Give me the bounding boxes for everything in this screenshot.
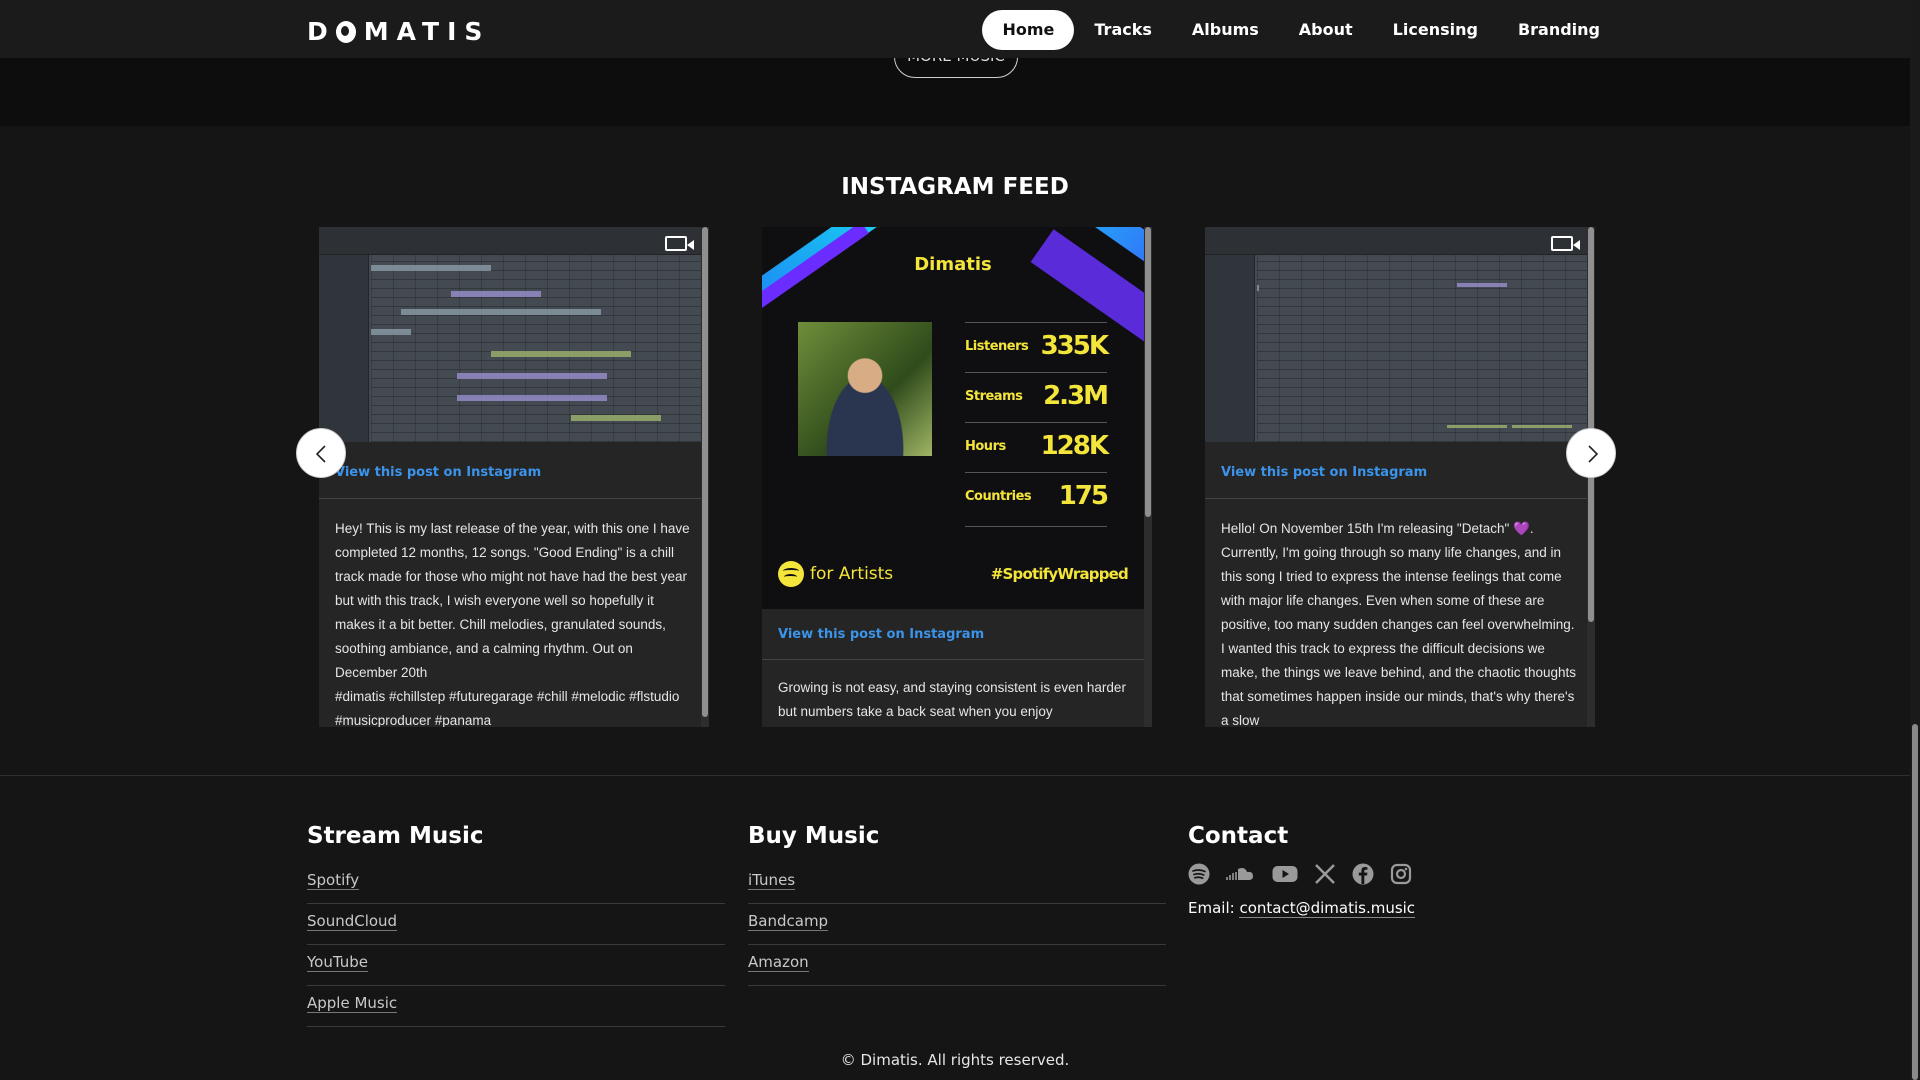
nav-albums[interactable]: Albums bbox=[1172, 10, 1279, 50]
email-label: Email: bbox=[1188, 899, 1235, 917]
spotify-logo-icon bbox=[778, 561, 804, 587]
spotify-icon[interactable] bbox=[1188, 863, 1210, 885]
stat-hours: Hours 128K bbox=[965, 422, 1109, 472]
caption-text: Hey! This is my last release of the year… bbox=[335, 521, 690, 680]
post-1-scrollbar[interactable] bbox=[701, 227, 709, 727]
instagram-post-2: Dimatis Listeners 335K Streams 2.3M Hour… bbox=[762, 227, 1152, 727]
post-2-scrollbar[interactable] bbox=[1144, 227, 1152, 727]
main-nav: Home Tracks Albums About Licensing Brand… bbox=[982, 10, 1620, 50]
video-camera-icon bbox=[1551, 236, 1580, 251]
instagram-post-1: View this post on Instagram Hey! This is… bbox=[319, 227, 709, 727]
stat-label: Listeners bbox=[965, 339, 1029, 354]
instagram-post-3: View this post on Instagram Hello! On No… bbox=[1205, 227, 1595, 727]
daw-screenshot bbox=[319, 227, 701, 442]
page-scrollbar[interactable] bbox=[1910, 0, 1920, 1080]
stat-streams: Streams 2.3M bbox=[965, 372, 1109, 422]
footer-contact: Contact Email: contact@dimatis.music bbox=[1188, 823, 1568, 918]
footer-link-soundcloud[interactable]: SoundCloud bbox=[307, 904, 725, 945]
post-1-media[interactable] bbox=[319, 227, 701, 442]
instagram-feed-title: INSTAGRAM FEED bbox=[841, 174, 1069, 200]
stat-label: Countries bbox=[965, 489, 1032, 504]
footer-link-apple-music[interactable]: Apple Music bbox=[307, 986, 725, 1027]
view-post-link[interactable]: View this post on Instagram bbox=[778, 627, 984, 642]
caption-hashtags: #dimatis #chillstep #futuregarage #chill… bbox=[335, 689, 680, 727]
stat-value: 335K bbox=[1040, 331, 1109, 361]
buy-music-heading: Buy Music bbox=[748, 823, 880, 849]
carousel-prev-button[interactable] bbox=[296, 428, 346, 478]
footer-buy-music: Buy Music iTunes Bandcamp Amazon bbox=[748, 823, 1166, 986]
daw-screenshot bbox=[1205, 227, 1587, 442]
email-link[interactable]: contact@dimatis.music bbox=[1239, 899, 1416, 918]
stat-value: 128K bbox=[1040, 431, 1109, 461]
stat-countries: Countries 175 bbox=[965, 472, 1109, 527]
link-text: Apple Music bbox=[307, 994, 398, 1013]
chevron-right-icon bbox=[1588, 445, 1599, 463]
view-post-link[interactable]: View this post on Instagram bbox=[1221, 465, 1427, 480]
spotify-wrapped-hashtag: #SpotifyWrapped bbox=[990, 565, 1129, 583]
contact-heading: Contact bbox=[1188, 823, 1289, 849]
page-scrollbar-thumb[interactable] bbox=[1912, 724, 1918, 1080]
facebook-icon[interactable] bbox=[1352, 863, 1374, 885]
stat-label: Streams bbox=[965, 389, 1023, 404]
view-post-link[interactable]: View this post on Instagram bbox=[335, 465, 541, 480]
nav-about[interactable]: About bbox=[1279, 10, 1373, 50]
instagram-icon[interactable] bbox=[1390, 863, 1412, 885]
nav-home[interactable]: Home bbox=[982, 10, 1075, 50]
youtube-icon[interactable] bbox=[1272, 863, 1298, 885]
nav-tracks[interactable]: Tracks bbox=[1074, 10, 1172, 50]
x-icon[interactable] bbox=[1314, 863, 1336, 885]
chevron-left-icon bbox=[315, 445, 326, 463]
soundcloud-icon[interactable] bbox=[1226, 863, 1256, 885]
footer-divider bbox=[0, 775, 1910, 776]
post-3-media[interactable] bbox=[1205, 227, 1587, 442]
divider bbox=[762, 659, 1144, 660]
logo-glyph-icon bbox=[335, 21, 356, 43]
link-text: Spotify bbox=[307, 871, 360, 890]
link-text: SoundCloud bbox=[307, 912, 398, 931]
post-caption: Hello! On November 15th I'm releasing "D… bbox=[1221, 521, 1576, 727]
nav-branding[interactable]: Branding bbox=[1498, 10, 1620, 50]
divider bbox=[319, 498, 701, 499]
stat-value: 175 bbox=[1058, 481, 1109, 511]
link-text: Amazon bbox=[748, 953, 809, 972]
top-navbar: D MATIS Home Tracks Albums About Licensin… bbox=[0, 0, 1910, 58]
stat-value: 2.3M bbox=[1043, 381, 1109, 411]
spotify-for-artists-label: for Artists bbox=[810, 564, 894, 584]
site-logo[interactable]: D MATIS bbox=[307, 17, 490, 46]
link-text: iTunes bbox=[748, 871, 796, 890]
footer-link-amazon[interactable]: Amazon bbox=[748, 945, 1166, 986]
nav-licensing[interactable]: Licensing bbox=[1373, 10, 1498, 50]
carousel-next-button[interactable] bbox=[1566, 428, 1616, 478]
footer-link-itunes[interactable]: iTunes bbox=[748, 863, 1166, 904]
divider bbox=[1205, 498, 1587, 499]
spotify-artist-name: Dimatis bbox=[914, 254, 992, 275]
video-camera-icon bbox=[665, 236, 694, 251]
post-caption: Hey! This is my last release of the year… bbox=[335, 517, 690, 727]
footer-link-bandcamp[interactable]: Bandcamp bbox=[748, 904, 1166, 945]
footer-link-spotify[interactable]: Spotify bbox=[307, 863, 725, 904]
link-text: Bandcamp bbox=[748, 912, 829, 931]
link-text: YouTube bbox=[307, 953, 368, 972]
footer-stream-music: Stream Music Spotify SoundCloud YouTube … bbox=[307, 823, 725, 1027]
stat-label: Hours bbox=[965, 439, 1006, 454]
stat-listeners: Listeners 335K bbox=[965, 322, 1109, 372]
artist-photo bbox=[798, 322, 932, 456]
copyright: © Dimatis. All rights reserved. bbox=[840, 1051, 1070, 1069]
social-icons bbox=[1188, 863, 1568, 885]
stream-music-heading: Stream Music bbox=[307, 823, 484, 849]
post-caption: Growing is not easy, and staying consist… bbox=[778, 680, 1126, 719]
contact-email: Email: contact@dimatis.music bbox=[1188, 899, 1568, 918]
spotify-wrapped-card[interactable]: Dimatis Listeners 335K Streams 2.3M Hour… bbox=[762, 227, 1144, 609]
footer-link-youtube[interactable]: YouTube bbox=[307, 945, 725, 986]
